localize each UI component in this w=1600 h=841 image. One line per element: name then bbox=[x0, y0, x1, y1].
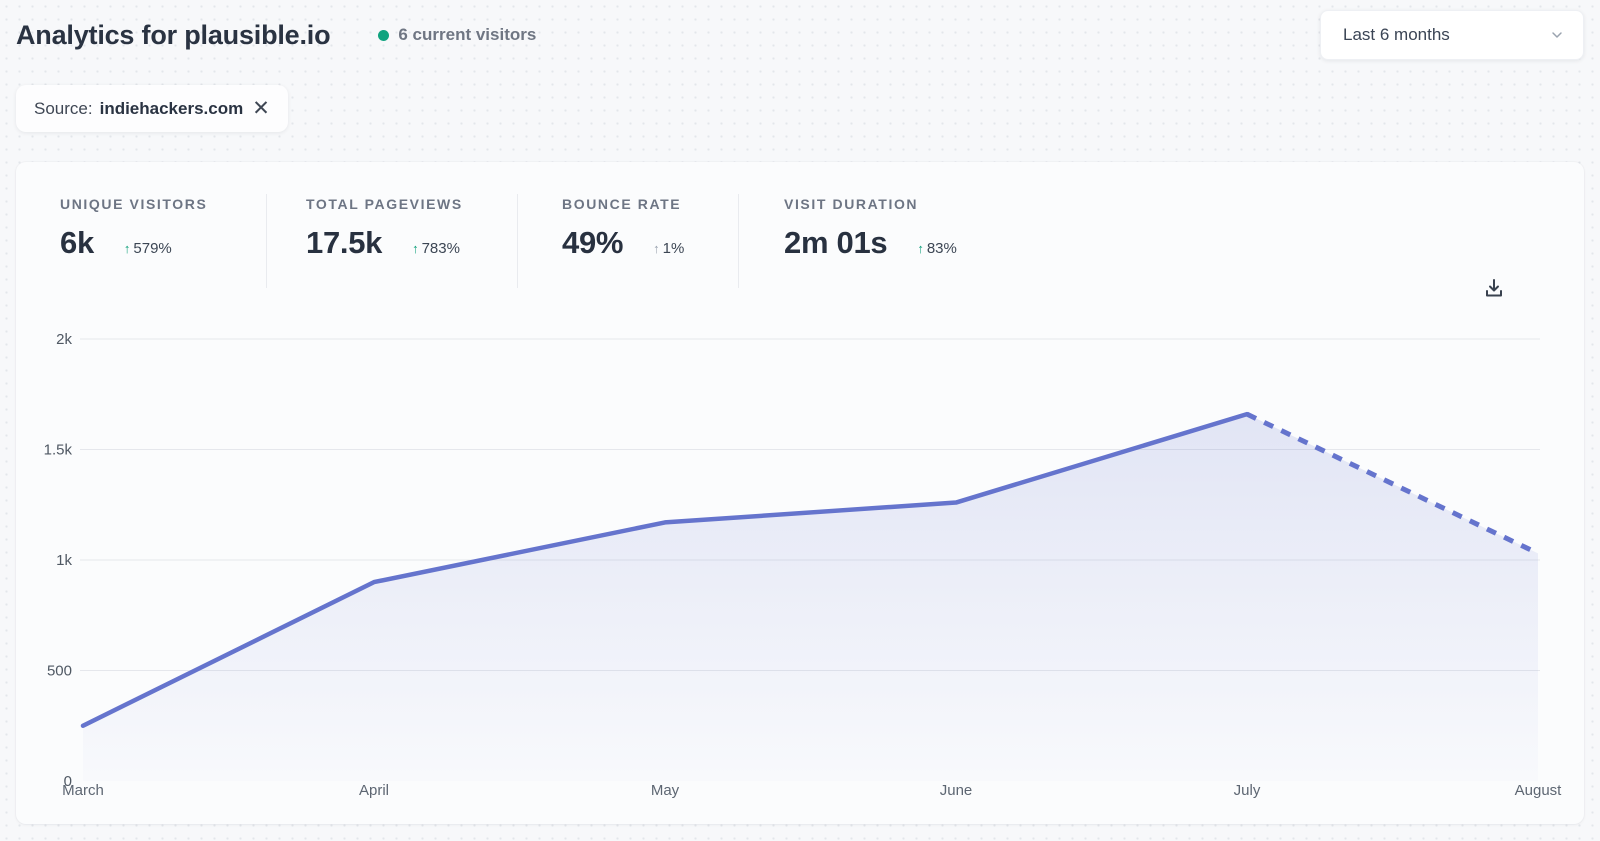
y-axis-tick: 500 bbox=[47, 663, 72, 680]
stat-bounce-rate[interactable]: BOUNCE RATE 49% ↑1% bbox=[518, 194, 739, 288]
x-axis-tick: June bbox=[940, 782, 973, 799]
stat-change-value: 579% bbox=[133, 240, 171, 257]
header: Analytics for plausible.io 6 current vis… bbox=[0, 0, 1600, 70]
stat-label: VISIT DURATION bbox=[784, 196, 957, 212]
stat-change-value: 83% bbox=[927, 240, 957, 257]
filter-prefix: Source: bbox=[34, 99, 93, 119]
stat-total-pageviews[interactable]: TOTAL PAGEVIEWS 17.5k ↑783% bbox=[267, 194, 518, 288]
chart-area: 05001k1.5k2kMarchAprilMayJuneJulyAugust bbox=[16, 320, 1584, 820]
stat-visit-duration[interactable]: VISIT DURATION 2m 01s ↑83% bbox=[739, 194, 957, 288]
arrow-up-icon: ↑ bbox=[124, 241, 131, 256]
stat-change: ↑83% bbox=[917, 240, 957, 257]
stat-unique-visitors[interactable]: UNIQUE VISITORS 6k ↑579% bbox=[60, 194, 267, 288]
arrow-up-icon: ↑ bbox=[412, 241, 419, 256]
y-axis-tick: 1.5k bbox=[44, 442, 73, 459]
stat-value: 6k bbox=[60, 225, 94, 261]
stat-value: 17.5k bbox=[306, 225, 382, 261]
stat-change-value: 783% bbox=[422, 240, 460, 257]
current-visitors-label: 6 current visitors bbox=[398, 25, 536, 45]
close-icon[interactable]: ✕ bbox=[252, 98, 270, 119]
chevron-down-icon bbox=[1549, 27, 1565, 43]
stats-row: UNIQUE VISITORS 6k ↑579% TOTAL PAGEVIEWS… bbox=[60, 194, 957, 288]
x-axis-tick: July bbox=[1234, 782, 1261, 799]
x-axis-tick: August bbox=[1515, 782, 1563, 799]
stat-label: UNIQUE VISITORS bbox=[60, 196, 266, 212]
stat-label: BOUNCE RATE bbox=[562, 196, 738, 212]
live-indicator-icon bbox=[378, 30, 389, 41]
visitors-chart[interactable]: 05001k1.5k2kMarchAprilMayJuneJulyAugust bbox=[16, 320, 1584, 820]
stat-change: ↑783% bbox=[412, 240, 460, 257]
y-axis-tick: 1k bbox=[56, 552, 72, 569]
x-axis-tick: April bbox=[359, 782, 389, 799]
stat-change-value: 1% bbox=[663, 240, 685, 257]
arrow-up-icon: ↑ bbox=[653, 241, 660, 256]
current-visitors[interactable]: 6 current visitors bbox=[378, 25, 536, 45]
stat-label: TOTAL PAGEVIEWS bbox=[306, 196, 517, 212]
date-range-dropdown[interactable]: Last 6 months bbox=[1320, 10, 1584, 60]
stat-change: ↑1% bbox=[653, 240, 684, 257]
stat-change: ↑579% bbox=[124, 240, 172, 257]
arrow-up-icon: ↑ bbox=[917, 241, 924, 256]
download-icon bbox=[1482, 276, 1506, 300]
download-button[interactable] bbox=[1477, 272, 1511, 304]
x-axis-tick: March bbox=[62, 782, 104, 799]
x-axis-tick: May bbox=[651, 782, 680, 799]
y-axis-tick: 2k bbox=[56, 331, 72, 348]
date-range-label: Last 6 months bbox=[1343, 25, 1549, 45]
page-title: Analytics for plausible.io bbox=[16, 20, 330, 51]
stat-value: 49% bbox=[562, 225, 623, 261]
stat-value: 2m 01s bbox=[784, 225, 887, 261]
filter-value: indiehackers.com bbox=[100, 99, 244, 119]
analytics-card: UNIQUE VISITORS 6k ↑579% TOTAL PAGEVIEWS… bbox=[16, 162, 1584, 824]
analytics-dashboard: Analytics for plausible.io 6 current vis… bbox=[0, 0, 1600, 841]
filter-pill-source[interactable]: Source: indiehackers.com ✕ bbox=[16, 85, 288, 132]
